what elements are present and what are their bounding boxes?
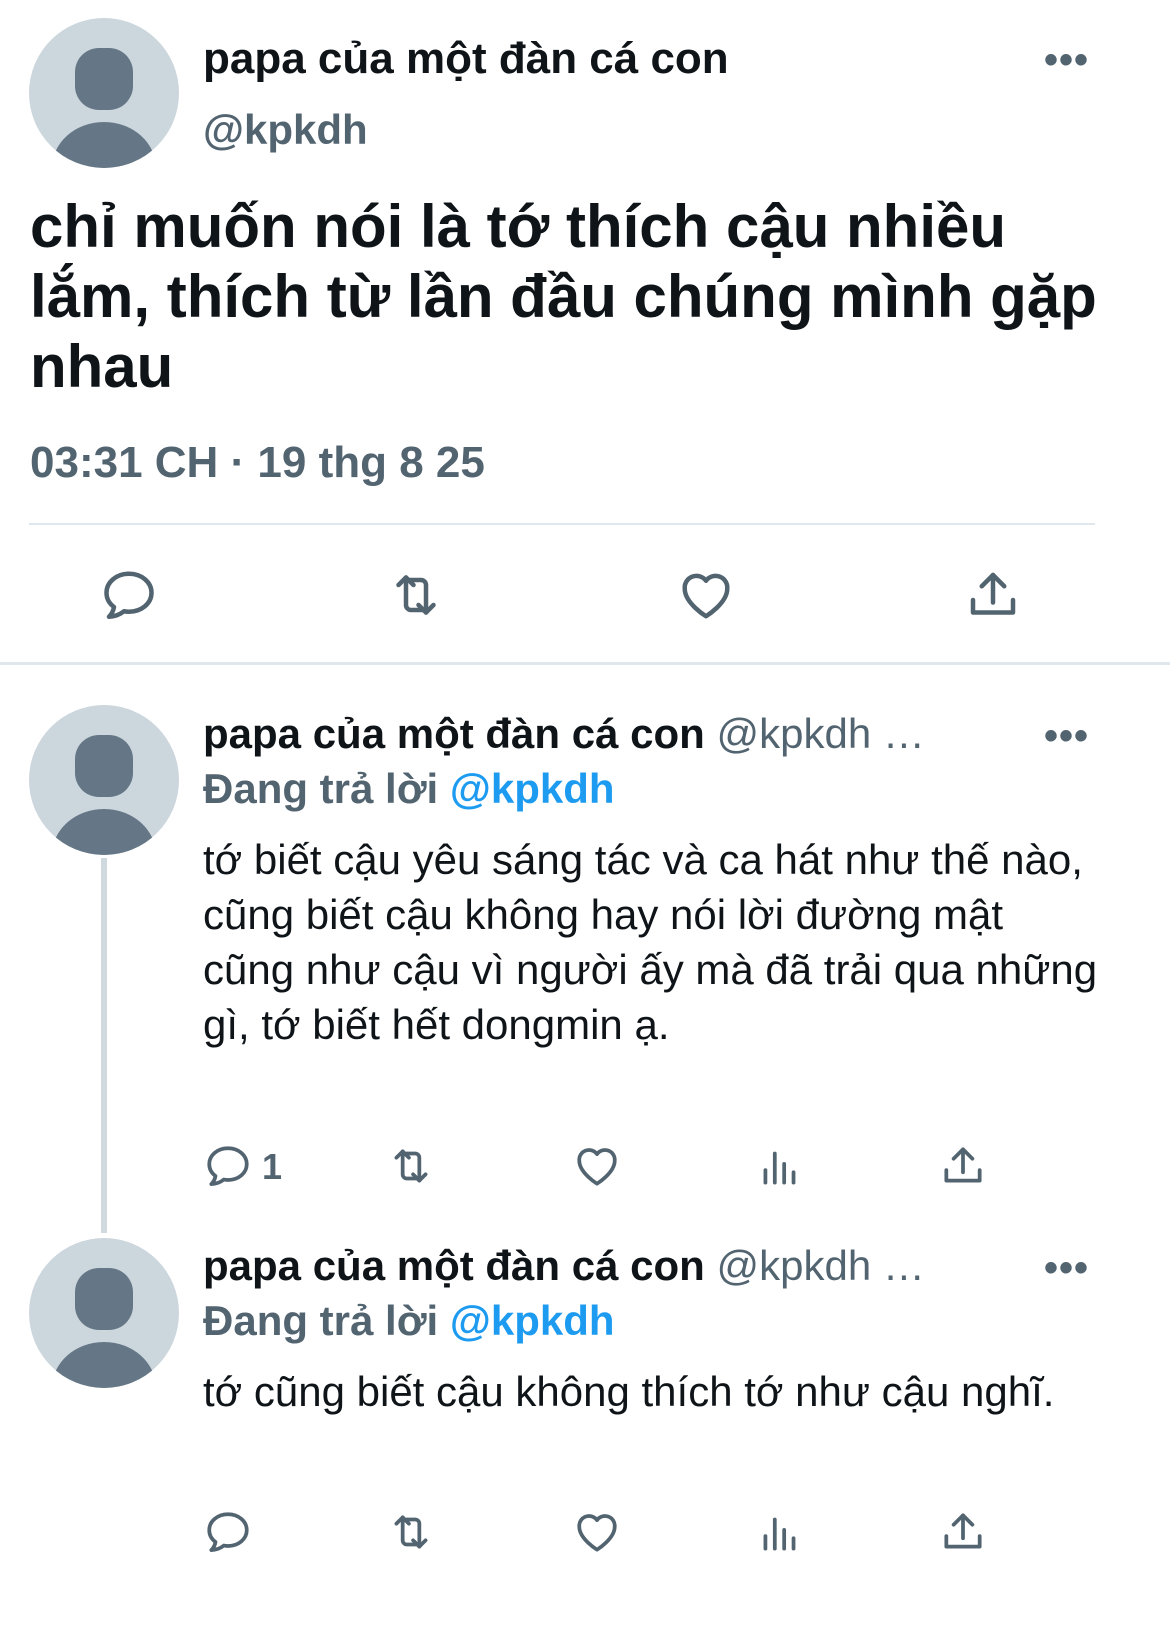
author-handle[interactable]: @kpkdh … xyxy=(716,710,924,757)
author-handle[interactable]: @kpkdh xyxy=(203,106,368,154)
reply-icon[interactable] xyxy=(203,1141,253,1191)
section-divider xyxy=(0,662,1170,665)
tweet-thread-page: papa của một đàn cá con @kpkdh ••• chỉ m… xyxy=(0,0,1170,1634)
default-profile-icon xyxy=(52,735,156,855)
replying-to: Đang trả lời @kpkdh xyxy=(203,764,615,814)
more-dots-icon[interactable]: ••• xyxy=(1044,716,1089,756)
like-icon[interactable] xyxy=(572,1141,622,1191)
avatar[interactable] xyxy=(29,1238,179,1388)
author-name[interactable]: papa của một đàn cá con xyxy=(203,710,705,757)
retweet-icon[interactable] xyxy=(386,1507,436,1557)
share-icon[interactable] xyxy=(938,1507,988,1557)
thread-connector-line xyxy=(101,858,107,1233)
mention-link[interactable]: @kpkdh xyxy=(450,1297,615,1344)
share-icon[interactable] xyxy=(963,565,1023,625)
reply-text: tớ cũng biết cậu không thích tớ như cậu … xyxy=(203,1368,1055,1415)
default-profile-icon xyxy=(52,1268,156,1388)
reply-icon[interactable] xyxy=(99,565,159,625)
avatar[interactable] xyxy=(29,705,179,855)
views-icon[interactable] xyxy=(755,1507,805,1557)
reply-header[interactable]: papa của một đàn cá con @kpkdh … xyxy=(203,709,925,759)
replying-prefix: Đang trả lời xyxy=(203,1297,439,1344)
author-handle[interactable]: @kpkdh … xyxy=(716,1242,924,1289)
reply-text: tớ biết cậu yêu sáng tác và ca hát như t… xyxy=(203,836,1098,1048)
avatar[interactable] xyxy=(29,18,179,168)
like-icon[interactable] xyxy=(572,1507,622,1557)
tweet-text: chỉ muốn nói là tớ thích cậu nhiều lắm, … xyxy=(30,193,1097,400)
replying-prefix: Đang trả lời xyxy=(203,765,439,812)
retweet-icon[interactable] xyxy=(386,565,446,625)
retweet-icon[interactable] xyxy=(386,1141,436,1191)
more-dots-icon[interactable]: ••• xyxy=(1044,40,1089,80)
author-name[interactable]: papa của một đàn cá con xyxy=(203,1242,705,1289)
share-icon[interactable] xyxy=(938,1141,988,1191)
reply-header[interactable]: papa của một đàn cá con @kpkdh … xyxy=(203,1241,925,1291)
like-icon[interactable] xyxy=(676,565,736,625)
author-name[interactable]: papa của một đàn cá con xyxy=(203,34,729,84)
reply-icon[interactable] xyxy=(203,1507,253,1557)
tweet-timestamp[interactable]: 03:31 CH · 19 thg 8 25 xyxy=(30,438,485,488)
more-dots-icon[interactable]: ••• xyxy=(1044,1248,1089,1288)
divider xyxy=(29,523,1095,525)
mention-link[interactable]: @kpkdh xyxy=(450,765,615,812)
default-profile-icon xyxy=(52,48,156,168)
replying-to: Đang trả lời @kpkdh xyxy=(203,1296,615,1346)
reply-count: 1 xyxy=(262,1146,283,1187)
views-icon[interactable] xyxy=(755,1141,805,1191)
